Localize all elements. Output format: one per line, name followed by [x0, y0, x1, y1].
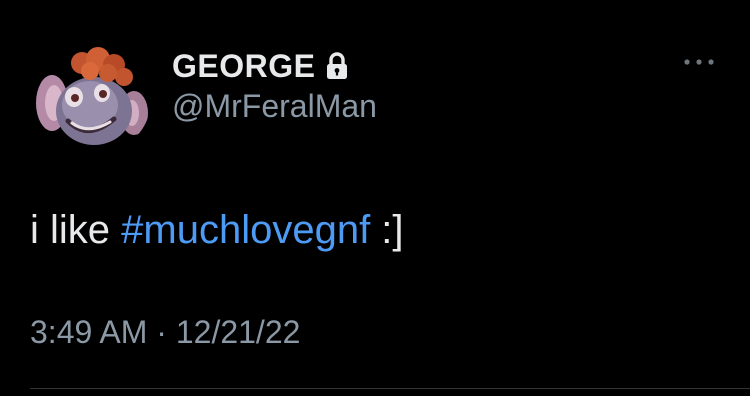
avatar[interactable] — [30, 35, 152, 157]
divider — [30, 388, 750, 389]
timestamp-row: 3:49 AM · 12/21/22 — [30, 314, 300, 351]
tweet-text-before: i like — [30, 208, 122, 252]
lock-icon — [325, 52, 349, 80]
tweet-date[interactable]: 12/21/22 — [176, 314, 301, 350]
timestamp-separator: · — [147, 314, 176, 350]
tweet-text-after: :] — [370, 208, 404, 252]
tweet-detail: GEORGE @MrFeralMan i like #muchlovegnf :… — [0, 0, 750, 396]
clown-character-avatar-icon — [30, 35, 152, 157]
tweet-time[interactable]: 3:49 AM — [30, 314, 147, 350]
hashtag-link[interactable]: #muchlovegnf — [121, 208, 370, 252]
display-name[interactable]: GEORGE — [172, 48, 315, 85]
tweet-text: i like #muchlovegnf :] — [30, 208, 404, 253]
user-handle[interactable]: @MrFeralMan — [172, 88, 377, 125]
more-horizontal-icon[interactable] — [682, 52, 716, 72]
display-name-row[interactable]: GEORGE — [172, 44, 349, 88]
